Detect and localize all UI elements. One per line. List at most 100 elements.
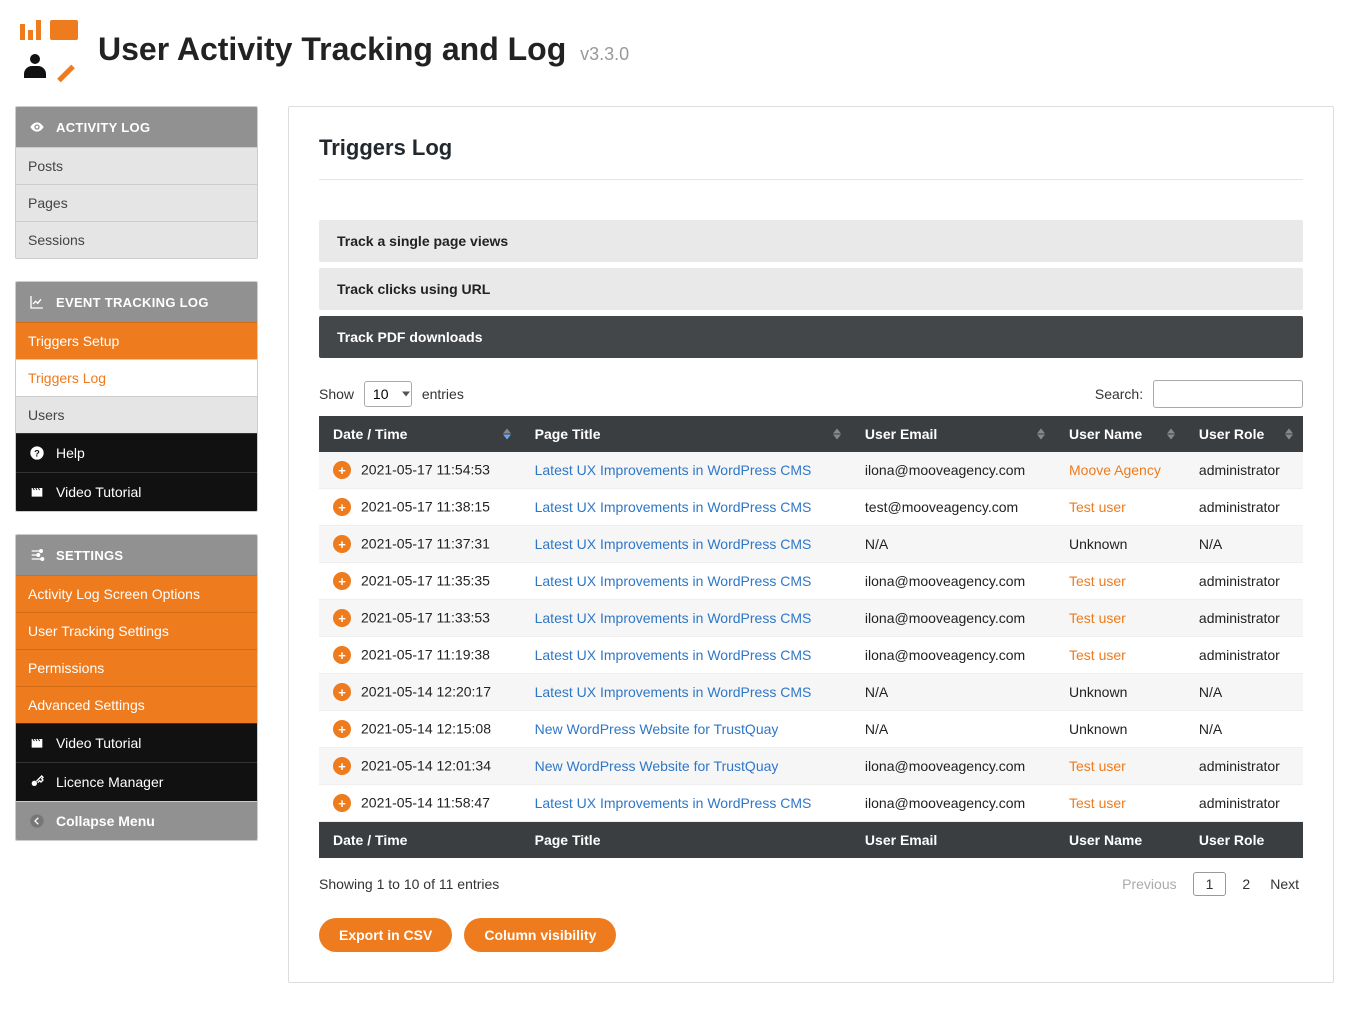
cell-page-title[interactable]: Latest UX Improvements in WordPress CMS	[535, 610, 812, 626]
table-row: +2021-05-17 11:37:31 Latest UX Improvemen…	[319, 526, 1303, 563]
cell-page-title[interactable]: Latest UX Improvements in WordPress CMS	[535, 536, 812, 552]
col-page-title[interactable]: Page Title	[521, 416, 851, 452]
sidebar-item-collapse-menu[interactable]: Collapse Menu	[16, 801, 257, 840]
sidebar-head-event: EVENT TRACKING LOG	[16, 282, 257, 322]
help-icon: ?	[28, 444, 46, 462]
cell-user-role: N/A	[1199, 721, 1222, 737]
sidebar-item-tracking-settings[interactable]: User Tracking Settings	[16, 612, 257, 649]
cell-user-name[interactable]: Test user	[1069, 499, 1126, 515]
cell-user-email: ilona@mooveagency.com	[865, 795, 1025, 811]
sidebar-item-triggers-log[interactable]: Triggers Log	[16, 359, 257, 396]
sidebar-item-advanced-settings[interactable]: Advanced Settings	[16, 686, 257, 723]
cell-user-role: N/A	[1199, 536, 1222, 552]
sidebar-item-users[interactable]: Users	[16, 396, 257, 433]
sidebar-item-video-tutorial[interactable]: Video Tutorial	[16, 472, 257, 511]
cell-user-name[interactable]: Test user	[1069, 758, 1126, 774]
entries-control: Show 10 entries	[319, 381, 464, 407]
entries-select[interactable]: 10	[364, 381, 412, 407]
cell-user-email: ilona@mooveagency.com	[865, 758, 1025, 774]
col-user-email[interactable]: User Email	[851, 416, 1055, 452]
divider	[319, 179, 1303, 180]
sidebar-item-pages[interactable]: Pages	[16, 184, 257, 221]
table-footer: Showing 1 to 10 of 11 entries Previous 1…	[319, 872, 1303, 896]
cell-user-name[interactable]: Test user	[1069, 573, 1126, 589]
export-csv-button[interactable]: Export in CSV	[319, 918, 452, 952]
expand-row-icon[interactable]: +	[333, 461, 351, 479]
sidebar-item-posts[interactable]: Posts	[16, 147, 257, 184]
sidebar-item-video-tutorial-2[interactable]: Video Tutorial	[16, 723, 257, 762]
cell-user-email: N/A	[865, 536, 888, 552]
fcol-user-role: User Role	[1185, 822, 1303, 859]
sidebar-section-settings: SETTINGS Activity Log Screen Options Use…	[15, 534, 258, 841]
cell-datetime: 2021-05-17 11:19:38	[361, 647, 490, 663]
cell-page-title[interactable]: New WordPress Website for TrustQuay	[535, 758, 779, 774]
expand-row-icon[interactable]: +	[333, 794, 351, 812]
column-visibility-button[interactable]: Column visibility	[464, 918, 616, 952]
cell-page-title[interactable]: Latest UX Improvements in WordPress CMS	[535, 647, 812, 663]
cell-page-title[interactable]: New WordPress Website for TrustQuay	[535, 721, 779, 737]
cell-user-name[interactable]: Moove Agency	[1069, 462, 1161, 478]
clapperboard-icon	[28, 734, 46, 752]
sidebar-head-settings: SETTINGS	[16, 535, 257, 575]
cell-datetime: 2021-05-17 11:37:31	[361, 536, 490, 552]
cell-user-name[interactable]: Test user	[1069, 795, 1126, 811]
cell-user-name[interactable]: Test user	[1069, 610, 1126, 626]
sidebar-item-licence-manager[interactable]: Licence Manager	[16, 762, 257, 801]
cell-datetime: 2021-05-17 11:54:53	[361, 462, 490, 478]
cell-page-title[interactable]: Latest UX Improvements in WordPress CMS	[535, 462, 812, 478]
col-user-role[interactable]: User Role	[1185, 416, 1303, 452]
expand-row-icon[interactable]: +	[333, 498, 351, 516]
sidebar-section-activity: ACTIVITY LOG Posts Pages Sessions	[15, 106, 258, 259]
expand-row-icon[interactable]: +	[333, 609, 351, 627]
cell-datetime: 2021-05-14 12:20:17	[361, 684, 491, 700]
cell-user-role: N/A	[1199, 684, 1222, 700]
cell-user-role: administrator	[1199, 610, 1280, 626]
cell-user-email: ilona@mooveagency.com	[865, 573, 1025, 589]
cell-user-name[interactable]: Test user	[1069, 647, 1126, 663]
expand-row-icon[interactable]: +	[333, 720, 351, 738]
pagination: Previous 1 2 Next	[1118, 872, 1303, 896]
sidebar-item-help[interactable]: ? Help	[16, 433, 257, 472]
accordion-item-pdf-downloads[interactable]: Track PDF downloads	[319, 316, 1303, 358]
pagination-next[interactable]: Next	[1266, 873, 1303, 895]
cell-user-role: administrator	[1199, 499, 1280, 515]
chart-line-icon	[28, 293, 46, 311]
pagination-prev[interactable]: Previous	[1118, 873, 1180, 895]
table-row: +2021-05-17 11:35:35Latest UX Improvemen…	[319, 563, 1303, 600]
cell-datetime: 2021-05-14 12:15:08	[361, 721, 491, 737]
expand-row-icon[interactable]: +	[333, 757, 351, 775]
eye-icon	[28, 118, 46, 136]
sidebar-item-sessions[interactable]: Sessions	[16, 221, 257, 258]
cell-page-title[interactable]: Latest UX Improvements in WordPress CMS	[535, 573, 812, 589]
col-datetime[interactable]: Date / Time	[319, 416, 521, 452]
pagination-page-1[interactable]: 1	[1193, 872, 1227, 896]
sidebar-item-permissions[interactable]: Permissions	[16, 649, 257, 686]
fcol-datetime: Date / Time	[319, 822, 521, 859]
cell-page-title[interactable]: Latest UX Improvements in WordPress CMS	[535, 795, 812, 811]
expand-row-icon[interactable]: +	[333, 535, 351, 553]
accordion-item-single-page[interactable]: Track a single page views	[319, 220, 1303, 262]
cell-datetime: 2021-05-14 12:01:34	[361, 758, 491, 774]
pagination-page-2[interactable]: 2	[1238, 873, 1254, 895]
cell-page-title[interactable]: Latest UX Improvements in WordPress CMS	[535, 684, 812, 700]
search-input[interactable]	[1153, 380, 1303, 408]
expand-row-icon[interactable]: +	[333, 646, 351, 664]
cell-page-title[interactable]: Latest UX Improvements in WordPress CMS	[535, 499, 812, 515]
table-row: +2021-05-14 12:20:17 Latest UX Improvemen…	[319, 674, 1303, 711]
sidebar-item-screen-options[interactable]: Activity Log Screen Options	[16, 575, 257, 612]
sidebar-item-triggers-setup[interactable]: Triggers Setup	[16, 322, 257, 359]
table-row: +2021-05-17 11:54:53 Latest UX Improvemen…	[319, 452, 1303, 489]
fcol-page-title: Page Title	[521, 822, 851, 859]
accordion: Track a single page views Track clicks u…	[319, 220, 1303, 358]
cell-user-email: ilona@mooveagency.com	[865, 462, 1025, 478]
expand-row-icon[interactable]: +	[333, 683, 351, 701]
expand-row-icon[interactable]: +	[333, 572, 351, 590]
table-row: +2021-05-14 12:01:34 New WordPress Websit…	[319, 748, 1303, 785]
sidebar: ACTIVITY LOG Posts Pages Sessions EVENT …	[15, 106, 258, 863]
cell-user-role: administrator	[1199, 758, 1280, 774]
cell-datetime: 2021-05-17 11:38:15	[361, 499, 490, 515]
cell-user-role: administrator	[1199, 462, 1280, 478]
accordion-item-clicks-url[interactable]: Track clicks using URL	[319, 268, 1303, 310]
cell-user-email: N/A	[865, 684, 888, 700]
col-user-name[interactable]: User Name	[1055, 416, 1185, 452]
